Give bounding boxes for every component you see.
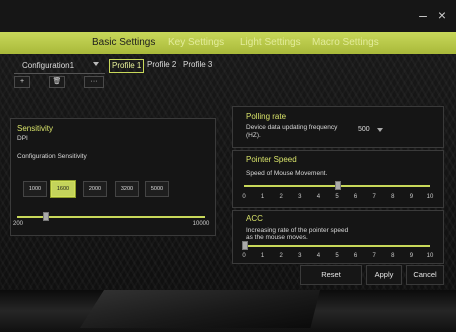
close-icon[interactable]: ×	[434, 6, 450, 24]
pointer-scale-tick: 4	[316, 194, 321, 200]
chevron-down-icon[interactable]	[93, 62, 99, 66]
apply-button[interactable]: Apply	[366, 265, 402, 285]
reset-button[interactable]: Reset	[300, 265, 362, 285]
tab-key-settings[interactable]: Key Settings	[168, 36, 224, 50]
configuration-underline	[14, 73, 105, 74]
acc-scale-tick: 5	[335, 253, 339, 259]
pointer-scale-tick: 10	[426, 194, 434, 200]
acc-scale-tick: 4	[316, 253, 321, 259]
dpi-min-label: 200	[12, 221, 23, 227]
acc-scale-tick: 6	[353, 253, 358, 259]
acc-scale-tick: 3	[298, 253, 302, 259]
acc-title: ACC	[246, 214, 263, 223]
sensitivity-title: Sensitivity	[17, 124, 54, 133]
tab-bar: Basic Settings Key Settings Light Settin…	[0, 32, 456, 54]
tab-macro-settings[interactable]: Macro Settings	[312, 36, 379, 50]
pointer-speed-title: Pointer Speed	[246, 155, 297, 164]
dpi-2000-button[interactable]: 2000	[83, 181, 107, 197]
pointer-speed-description: Speed of Mouse Movement.	[246, 170, 328, 177]
acc-scale-tick: 9	[409, 253, 414, 259]
profile-2-button[interactable]: Profile 2	[145, 59, 178, 71]
pointer-scale-tick: 6	[353, 194, 358, 200]
pointer-scale-tick: 3	[298, 194, 302, 200]
dpi-label: DPI	[17, 135, 28, 142]
configuration-select[interactable]: Configuration1	[22, 61, 74, 70]
dpi-1000-button[interactable]: 1000	[23, 181, 47, 197]
profile-1-button[interactable]: Profile 1	[109, 59, 145, 73]
acc-scale-tick: 7	[372, 253, 376, 259]
dpi-slider-thumb[interactable]	[43, 212, 50, 221]
acc-slider-track[interactable]	[244, 245, 430, 247]
add-configuration-button[interactable]: +	[14, 76, 30, 88]
title-bar: – ×	[0, 0, 456, 32]
acc-scale-tick: 10	[426, 253, 434, 259]
mouse-device-image	[80, 290, 320, 328]
dpi-3200-button[interactable]: 3200	[115, 181, 139, 197]
dpi-5000-button[interactable]: 5000	[145, 181, 169, 197]
pointer-scale-tick: 9	[409, 194, 414, 200]
acc-scale-tick: 1	[260, 253, 265, 259]
polling-rate-title: Polling rate	[246, 112, 287, 121]
dpi-1600-button[interactable]: 1600	[51, 181, 75, 197]
dpi-max-label: 10000	[192, 221, 210, 227]
profile-3-button[interactable]: Profile 3	[181, 59, 214, 71]
sensitivity-panel	[10, 118, 216, 236]
acc-scale-tick: 0	[242, 253, 246, 259]
pointer-scale-tick: 8	[391, 194, 395, 200]
pointer-speed-slider-thumb[interactable]	[335, 181, 341, 190]
cancel-button[interactable]: Cancel	[406, 265, 444, 285]
chevron-down-icon[interactable]	[377, 128, 383, 132]
pointer-scale-tick: 7	[372, 194, 376, 200]
pointer-scale-tick: 0	[242, 194, 246, 200]
polling-rate-description: Device data updating frequency (HZ).	[246, 124, 338, 139]
delete-configuration-button[interactable]: 🗑	[49, 76, 65, 88]
minimize-icon[interactable]: –	[415, 6, 431, 24]
acc-scale-tick: 2	[279, 253, 283, 259]
pointer-scale-tick: 5	[335, 194, 339, 200]
pointer-scale-tick: 1	[260, 194, 265, 200]
acc-slider-thumb[interactable]	[242, 241, 248, 250]
acc-description-line2: as the mouse moves.	[246, 234, 308, 241]
config-sensitivity-label: Configuration Sensitivity	[17, 153, 87, 160]
more-options-button[interactable]: ···	[84, 76, 104, 88]
tab-light-settings[interactable]: Light Settings	[240, 36, 301, 50]
pointer-scale-tick: 2	[279, 194, 283, 200]
polling-rate-select[interactable]: 500	[358, 126, 370, 133]
acc-scale-tick: 8	[391, 253, 395, 259]
tab-basic-settings[interactable]: Basic Settings	[92, 36, 155, 50]
